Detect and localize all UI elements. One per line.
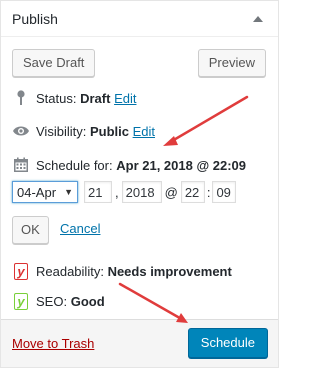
cancel-link[interactable]: Cancel (60, 221, 100, 236)
seo-value: Good (70, 293, 105, 309)
visibility-edit-link[interactable]: Edit (133, 124, 155, 139)
yoast-glyph-green: y (14, 292, 28, 310)
pin-icon (12, 89, 30, 107)
schedule-value: Apr 21, 2018 @ 22:09 (116, 157, 246, 173)
status-row: Status: Draft Edit (12, 89, 136, 107)
visibility-row: Visibility: Public Edit (12, 122, 155, 140)
publish-title: Publish (12, 10, 58, 27)
publish-footer: Move to Trash Schedule (1, 319, 278, 367)
status-value: Draft (80, 90, 111, 106)
hour-input[interactable]: 22 (180, 181, 205, 203)
comma-separator: , (115, 184, 119, 200)
schedule-row: Schedule for: Apr 21, 2018 @ 22:09 (12, 156, 246, 174)
readability-value: Needs improvement (107, 263, 232, 279)
visibility-value: Public (89, 123, 129, 139)
calendar-icon (12, 156, 30, 174)
schedule-button[interactable]: Schedule (187, 328, 268, 358)
caret-down-icon: ▼ (64, 187, 73, 197)
readability-row: y Readability: Needs improvement (12, 262, 232, 280)
status-label: Status: (36, 90, 77, 106)
save-draft-button[interactable]: Save Draft (12, 49, 96, 77)
schedule-label: Schedule for: (36, 157, 113, 173)
colon-separator: : (206, 184, 211, 200)
yoast-glyph-red: y (14, 262, 28, 280)
readability-label: Readability: (36, 263, 104, 279)
visibility-label: Visibility: (36, 123, 87, 139)
month-select[interactable]: 04-Apr ▼ (12, 181, 78, 203)
publish-header[interactable]: Publish (1, 1, 278, 37)
yoast-readability-icon: y (12, 262, 30, 280)
eye-icon (12, 122, 30, 140)
move-to-trash-link[interactable]: Move to Trash (12, 336, 94, 351)
year-input[interactable]: 2018 (121, 181, 162, 203)
timestamp-fields: 04-Apr ▼ 21 , 2018 @ 22 : 09 (12, 181, 237, 203)
triangle-up-icon[interactable] (250, 11, 266, 27)
preview-button[interactable]: Preview (197, 49, 266, 77)
yoast-seo-icon: y (12, 292, 30, 310)
seo-label: SEO: (36, 293, 68, 309)
status-edit-link[interactable]: Edit (114, 91, 136, 106)
month-select-value: 04-Apr (17, 184, 57, 200)
minute-input[interactable]: 09 (212, 181, 237, 203)
seo-row: y SEO: Good (12, 292, 105, 310)
day-input[interactable]: 21 (84, 181, 112, 203)
at-separator: @ (164, 184, 178, 200)
ok-button[interactable]: OK (12, 216, 49, 244)
publish-box: Publish Save Draft Preview Status: Draft… (0, 0, 279, 368)
